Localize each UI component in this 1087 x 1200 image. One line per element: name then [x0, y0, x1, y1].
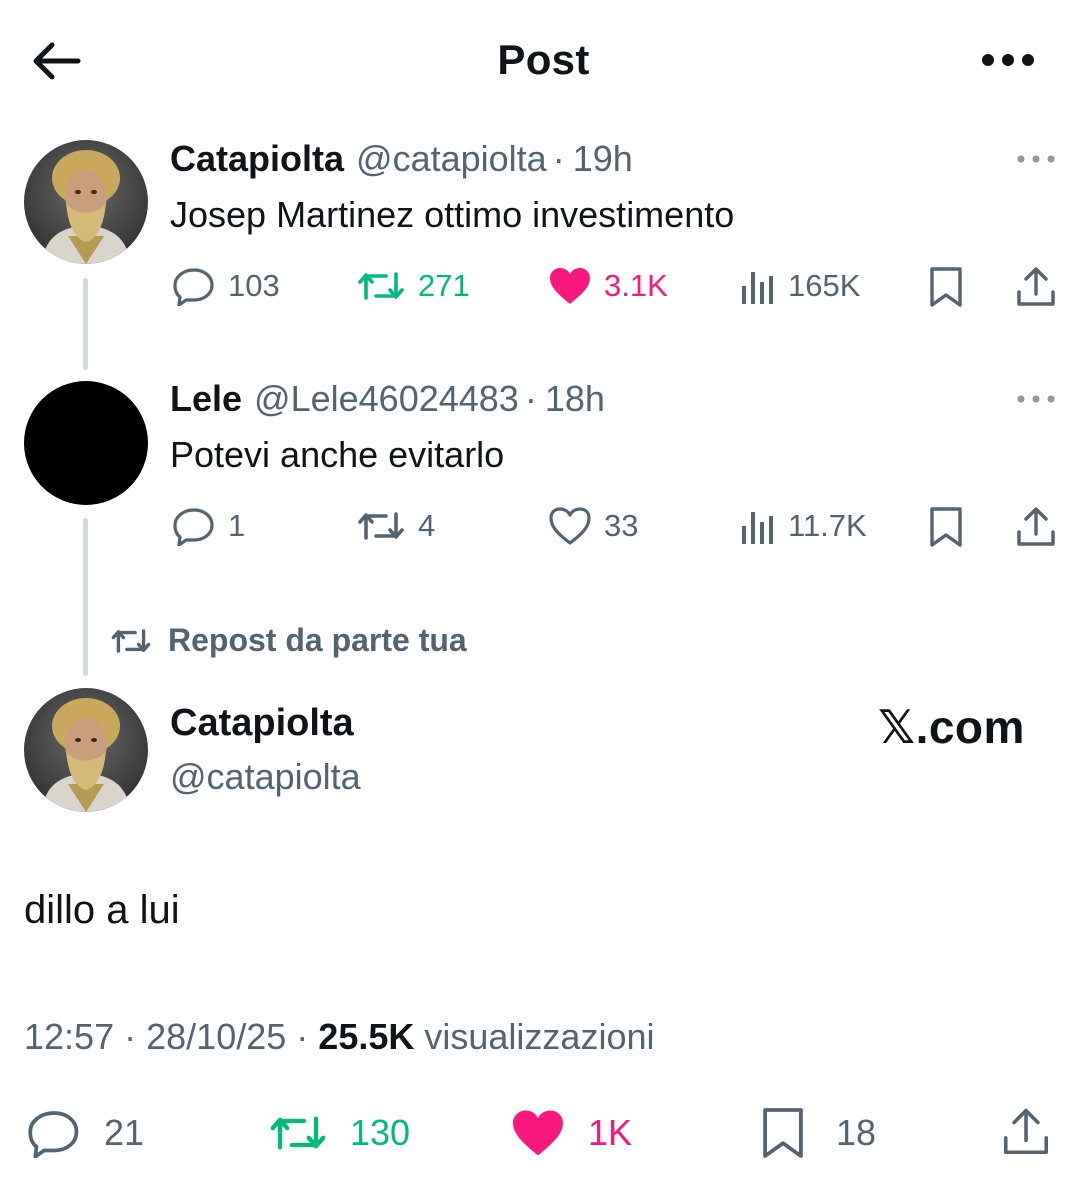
share-button[interactable] [1012, 504, 1060, 550]
views-button[interactable]: 165K [740, 266, 860, 306]
like-count: 3.1K [604, 268, 668, 303]
display-name[interactable]: Catapiolta [170, 702, 354, 745]
reply-button[interactable]: 103 [172, 266, 280, 306]
repost-icon [358, 512, 404, 540]
reply-count: 21 [104, 1112, 145, 1153]
like-count: 33 [604, 508, 639, 543]
more-options-button[interactable] [975, 40, 1041, 80]
views-count[interactable]: 25.5K [318, 1016, 414, 1057]
separator: · [296, 1016, 309, 1057]
like-button[interactable]: 1K [510, 1108, 632, 1158]
handle[interactable]: @catapiolta [356, 138, 547, 180]
share-button[interactable] [1012, 264, 1060, 310]
avatar[interactable] [24, 140, 148, 264]
repost-icon [270, 1116, 326, 1150]
bookmark-button[interactable]: 18 [760, 1106, 876, 1160]
bookmark-button[interactable] [924, 264, 968, 310]
timestamp[interactable]: 18h [545, 378, 605, 420]
bookmark-icon [763, 1108, 803, 1158]
views-icon [742, 272, 773, 304]
display-name[interactable]: Catapiolta [170, 138, 344, 180]
more-horizontal-icon [1017, 155, 1055, 163]
bookmark-count: 18 [836, 1112, 877, 1153]
reply-button[interactable]: 1 [172, 506, 245, 546]
display-name[interactable]: Lele [170, 378, 242, 420]
tweet-text: Josep Martinez ottimo investimento [170, 194, 735, 235]
tweet-text: dillo a lui [24, 888, 180, 932]
like-button[interactable]: 3.1K [548, 266, 668, 306]
views-count: 11.7K [788, 508, 867, 543]
tweet-header: Catapiolta @catapiolta · 19h [170, 138, 633, 180]
views-button[interactable]: 11.7K [740, 506, 867, 546]
handle[interactable]: @Lele46024483 [254, 378, 519, 420]
heart-icon [550, 268, 590, 304]
timestamp[interactable]: 19h [573, 138, 633, 180]
reply-icon [173, 508, 214, 546]
avatar[interactable] [24, 381, 148, 505]
more-horizontal-icon [982, 54, 1034, 66]
reply-icon [28, 1111, 79, 1158]
avatar-portrait [24, 140, 148, 264]
thread-connector [83, 518, 88, 676]
views-icon [742, 512, 773, 544]
separator: · [552, 138, 565, 179]
watermark-suffix: .com [915, 701, 1025, 753]
share-button[interactable] [998, 1104, 1054, 1160]
like-count: 1K [588, 1112, 633, 1153]
tweet-more-button[interactable] [1010, 384, 1062, 414]
share-icon [1017, 267, 1055, 306]
heart-icon [513, 1110, 563, 1156]
x-logo: 𝕏 [878, 701, 916, 753]
tweet-more-button[interactable] [1010, 144, 1062, 174]
repost-button[interactable]: 130 [268, 1108, 410, 1158]
repost-button[interactable]: 271 [356, 266, 470, 306]
share-icon [1017, 507, 1055, 546]
avatar-portrait [24, 688, 148, 812]
xcom-watermark: 𝕏.com [878, 700, 1025, 754]
avatar[interactable] [24, 688, 148, 812]
views-count: 165K [788, 268, 861, 303]
page-title: Post [497, 36, 590, 83]
repost-count: 130 [350, 1112, 411, 1153]
thread-connector [83, 278, 88, 370]
handle[interactable]: @catapiolta [170, 756, 361, 798]
repost-banner: Repost da parte tua [110, 622, 467, 659]
reply-button[interactable]: 21 [26, 1108, 144, 1158]
repost-banner-label[interactable]: Repost da parte tua [168, 622, 467, 659]
views-label: visualizzazioni [424, 1016, 655, 1057]
reply-count: 1 [228, 508, 246, 543]
bookmark-icon [930, 267, 962, 307]
repost-icon [111, 628, 151, 653]
tweet-date[interactable]: 28/10/25 [146, 1016, 286, 1057]
separator: · [524, 378, 537, 419]
tweet-time[interactable]: 12:57 [24, 1016, 114, 1057]
share-icon [1003, 1108, 1049, 1155]
repost-icon [358, 272, 404, 300]
more-horizontal-icon [1017, 395, 1055, 403]
tweet-text: Potevi anche evitarlo [170, 434, 505, 475]
reply-count: 103 [228, 268, 280, 303]
repost-count: 271 [418, 268, 470, 303]
separator: · [124, 1016, 137, 1057]
tweet-header: Lele @Lele46024483 · 18h [170, 378, 605, 420]
heart-icon [549, 507, 591, 545]
reply-icon [173, 268, 214, 306]
bookmark-button[interactable] [924, 504, 968, 550]
repost-count: 4 [418, 508, 436, 543]
like-button[interactable]: 33 [548, 506, 638, 546]
tweet-metadata: 12:57 · 28/10/25 · 25.5K visualizzazioni [24, 1016, 655, 1058]
repost-button[interactable]: 4 [356, 506, 435, 546]
bookmark-icon [930, 507, 962, 547]
